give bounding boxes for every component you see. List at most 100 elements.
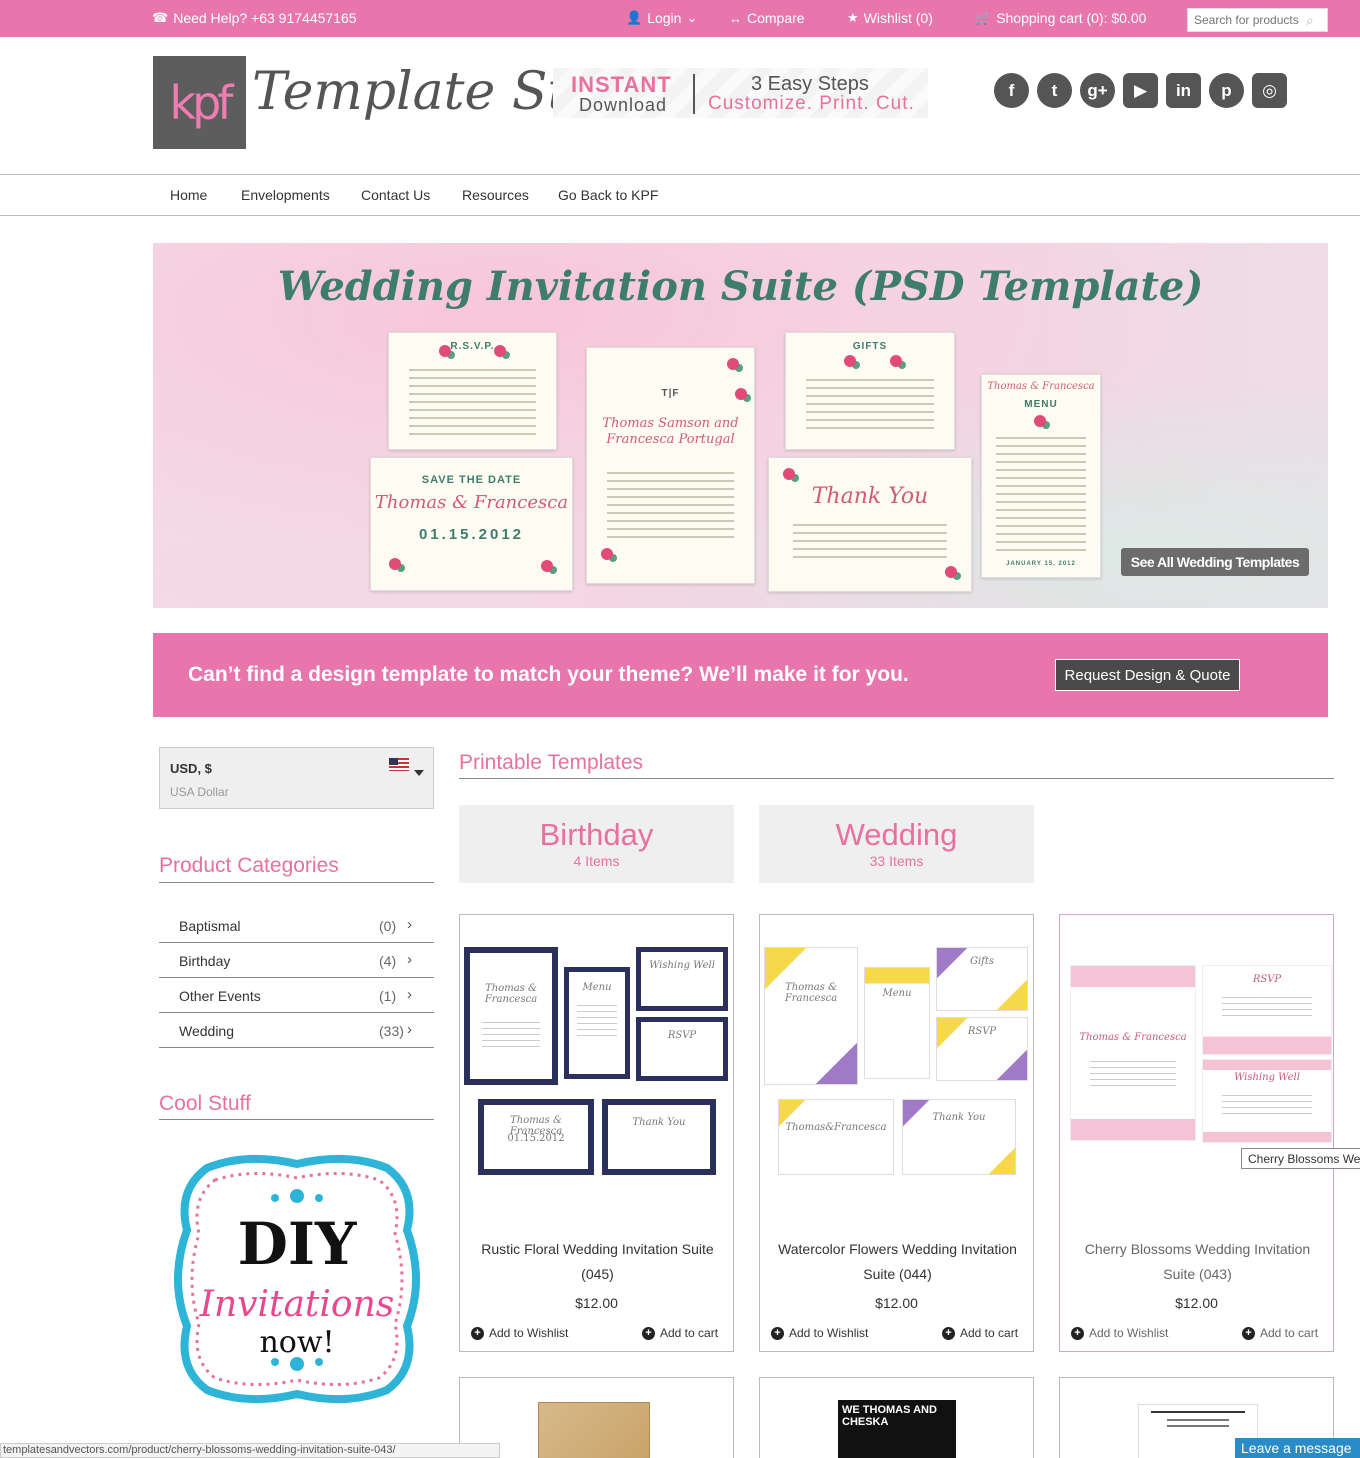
leave-a-message-button[interactable]: Leave a message: [1235, 1438, 1360, 1458]
wishlist-link[interactable]: ★ Wishlist (0): [847, 10, 933, 26]
cart-label: Add to cart: [960, 1326, 1019, 1340]
chevron-right-icon: ›: [407, 951, 412, 968]
category-tile-birthday[interactable]: Birthday 4 Items: [459, 805, 734, 883]
login-link[interactable]: 👤 Login ⌄: [626, 10, 697, 26]
category-name: Wedding: [179, 1023, 235, 1039]
diy-invitations-ad[interactable]: DIY Invitations now!: [167, 1150, 427, 1408]
product-card[interactable]: [459, 1377, 734, 1458]
category-item-other-events[interactable]: Other Events (1) ›: [159, 978, 434, 1013]
category-item-baptismal[interactable]: Baptismal (0) ›: [159, 908, 434, 943]
product-card[interactable]: Thomas & Francesca RSVP Wishing Well Che…: [1059, 914, 1334, 1352]
kpf-logo[interactable]: kpf: [153, 56, 246, 149]
tile-count: 4 Items: [573, 853, 620, 869]
pinterest-icon[interactable]: p: [1209, 73, 1244, 108]
search-icon[interactable]: ⌕: [1306, 12, 1314, 29]
rsvp-thumbnail: RSVP: [936, 1017, 1028, 1081]
flower-icon: [727, 358, 739, 370]
main-nav: Home Envelopments Contact Us Resources G…: [0, 174, 1360, 216]
product-image[interactable]: [538, 1402, 650, 1458]
rsvp-thumbnail: RSVP: [1202, 965, 1332, 1055]
help-phone[interactable]: ☎ Need Help? +63 9174457165: [152, 10, 357, 26]
youtube-icon[interactable]: ▶: [1123, 73, 1158, 108]
product-image[interactable]: Thomas & Francesca RSVP Wishing Well: [1062, 945, 1332, 1143]
product-title[interactable]: Cherry Blossoms Wedding Invitation Suite…: [1070, 1237, 1325, 1287]
menu-text-lines: [996, 431, 1086, 557]
rsvp-text-lines: [409, 363, 536, 441]
promo-banner: INSTANT Download 3 Easy Steps Customize.…: [553, 68, 928, 118]
wishlist-label: Add to Wishlist: [1089, 1326, 1169, 1340]
divider: [159, 1119, 434, 1120]
flower-icon: [389, 558, 401, 570]
product-card[interactable]: WE THOMAS AND CHESKA: [759, 1377, 1034, 1458]
cool-stuff-heading: Cool Stuff: [159, 1092, 251, 1115]
cart-label: Add to cart: [660, 1326, 719, 1340]
compare-link[interactable]: ↔ Compare: [729, 10, 805, 26]
flower-icon: [890, 355, 902, 367]
category-item-birthday[interactable]: Birthday (4) ›: [159, 943, 434, 978]
product-image[interactable]: Thomas & Francesca Menu Wishing Well RSV…: [462, 945, 731, 1175]
instagram-icon[interactable]: ◎: [1252, 73, 1287, 108]
invitation-card: T|F Thomas Samson and Francesca Portugal: [586, 347, 755, 584]
add-to-cart-button[interactable]: + Add to cart: [942, 1326, 1018, 1340]
nav-go-back-kpf[interactable]: Go Back to KPF: [558, 187, 658, 203]
gifts-card: GIFTS: [785, 332, 955, 450]
twitter-icon[interactable]: t: [1037, 73, 1072, 108]
wishing-well-thumbnail: Wishing Well: [1202, 1059, 1332, 1143]
plus-icon: +: [642, 1326, 655, 1340]
thank-you-heading: Thank You: [811, 484, 929, 509]
cart-link[interactable]: 🛒 Shopping cart (0): $0.00: [975, 10, 1146, 26]
rsvp-card: R.S.V.P.: [388, 332, 557, 450]
add-to-wishlist-button[interactable]: + Add to Wishlist: [471, 1326, 568, 1340]
add-to-wishlist-button[interactable]: + Add to Wishlist: [771, 1326, 868, 1340]
product-image[interactable]: WE THOMAS AND CHESKA: [838, 1400, 956, 1458]
save-date-thumbnail: Thomas&Francesca: [778, 1099, 894, 1175]
cart-label: Add to cart: [1260, 1326, 1319, 1340]
product-title[interactable]: Rustic Floral Wedding Invitation Suite (…: [470, 1237, 725, 1287]
flower-icon: [1034, 415, 1046, 427]
google-plus-icon[interactable]: g+: [1080, 73, 1115, 108]
thank-you-thumbnail: Thank You: [902, 1099, 1016, 1175]
request-design-quote-button[interactable]: Request Design & Quote: [1055, 659, 1240, 691]
product-card[interactable]: Thomas & Francesca Menu Gifts RSVP Thoma…: [759, 914, 1034, 1352]
caret-down-icon: [414, 770, 424, 776]
status-bar-url: templatesandvectors.com/product/cherry-b…: [0, 1443, 500, 1458]
category-tile-wedding[interactable]: Wedding 33 Items: [759, 805, 1034, 883]
add-to-cart-button[interactable]: + Add to cart: [642, 1326, 718, 1340]
save-the-date-names: Thomas & Francesca: [374, 492, 569, 513]
category-name: Baptismal: [179, 918, 241, 934]
star-icon: ★: [847, 10, 859, 25]
product-title[interactable]: Watercolor Flowers Wedding Invitation Su…: [770, 1237, 1025, 1287]
promo-customize: Customize. Print. Cut.: [708, 93, 915, 114]
product-card[interactable]: Thomas & Francesca Menu Wishing Well RSV…: [459, 914, 734, 1352]
nav-resources[interactable]: Resources: [462, 187, 529, 203]
promo-download: Download: [579, 95, 668, 115]
rsvp-thumbnail: RSVP: [636, 1017, 728, 1081]
add-to-cart-button[interactable]: + Add to cart: [1242, 1326, 1318, 1340]
currency-selector[interactable]: USD, $ USA Dollar: [159, 747, 434, 809]
product-price: $12.00: [875, 1295, 918, 1311]
chevron-right-icon: ›: [407, 1021, 412, 1038]
us-flag-icon: [389, 758, 409, 771]
invite-thumbnail: Thomas & Francesca: [764, 947, 858, 1085]
login-label: Login: [647, 10, 682, 26]
diy-text: DIY: [238, 1210, 357, 1278]
gifts-text-lines: [806, 373, 934, 435]
nav-envelopments[interactable]: Envelopments: [241, 187, 330, 203]
category-item-wedding[interactable]: Wedding (33) ›: [159, 1013, 434, 1048]
menu-thumbnail: Menu: [564, 967, 630, 1079]
nav-home[interactable]: Home: [170, 187, 207, 203]
product-categories-heading: Product Categories: [159, 854, 339, 877]
thank-you-text-lines: [793, 518, 947, 564]
nav-contact-us[interactable]: Contact Us: [361, 187, 430, 203]
hero-banner[interactable]: Wedding Invitation Suite (PSD Template) …: [153, 243, 1328, 608]
search-input[interactable]: [1194, 13, 1306, 27]
add-to-wishlist-button[interactable]: + Add to Wishlist: [1071, 1326, 1168, 1340]
help-text: Need Help? +63 9174457165: [173, 10, 357, 26]
diy-badge-frame: DIY Invitations now!: [174, 1154, 420, 1404]
see-all-wedding-templates-button[interactable]: See All Wedding Templates: [1121, 548, 1309, 576]
social-links: f t g+ ▶ in p ◎: [994, 73, 1287, 108]
facebook-icon[interactable]: f: [994, 73, 1029, 108]
product-price: $12.00: [575, 1295, 618, 1311]
product-image[interactable]: Thomas & Francesca Menu Gifts RSVP Thoma…: [762, 945, 1031, 1175]
linkedin-icon[interactable]: in: [1166, 73, 1201, 108]
